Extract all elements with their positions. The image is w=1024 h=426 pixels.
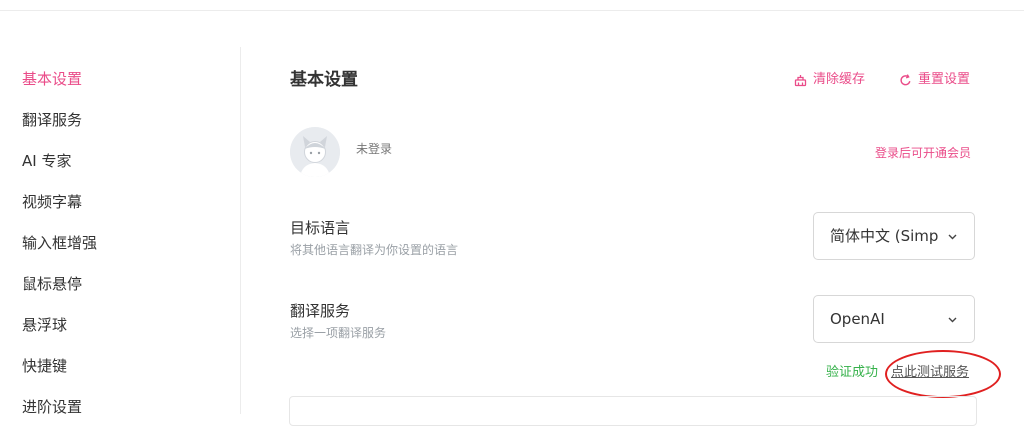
avatar-icon [290, 127, 340, 177]
translation-service-select[interactable]: OpenAI [813, 295, 975, 343]
sidebar-item-translation-service[interactable]: 翻译服务 [22, 110, 82, 130]
target-language-select[interactable]: 简体中文 (Simplified Chinese) [813, 212, 975, 260]
membership-link[interactable]: 登录后可开通会员 [875, 144, 971, 162]
sidebar-item-basic-settings[interactable]: 基本设置 [22, 69, 82, 89]
login-status: 未登录 [356, 142, 393, 156]
test-service-link[interactable]: 点此测试服务 [891, 363, 969, 383]
sidebar: 基本设置 翻译服务 AI 专家 视频字幕 输入框增强 鼠标悬停 悬浮球 快捷键 … [0, 47, 241, 417]
refresh-icon [900, 73, 911, 85]
chevron-down-icon [948, 234, 957, 240]
avatar[interactable] [290, 127, 340, 177]
translation-service-title: 翻译服务 [290, 302, 351, 320]
target-language-description: 将其他语言翻译为你设置的语言 [290, 243, 459, 257]
sidebar-item-mouse-hover[interactable]: 鼠标悬停 [22, 274, 82, 294]
service-config-card [289, 396, 977, 426]
page-title: 基本设置 [290, 70, 358, 90]
sidebar-item-ai-expert[interactable]: AI 专家 [22, 151, 71, 171]
broom-icon [794, 74, 807, 86]
sidebar-item-input-box-enhance[interactable]: 输入框增强 [22, 233, 97, 253]
sidebar-item-advanced-settings[interactable]: 进阶设置 [22, 397, 82, 417]
target-language-value: 简体中文 (Simplified Chinese) [830, 227, 938, 245]
verify-status: 验证成功 [826, 365, 879, 380]
clear-cache-label: 清除缓存 [813, 72, 866, 87]
sidebar-item-shortcuts[interactable]: 快捷键 [22, 356, 67, 376]
translation-service-description: 选择一项翻译服务 [290, 326, 387, 340]
translation-service-value: OpenAI [830, 310, 885, 328]
chevron-down-icon [948, 317, 957, 323]
sidebar-item-floating-ball[interactable]: 悬浮球 [22, 315, 67, 335]
clear-cache-button[interactable]: 清除缓存 [794, 70, 865, 90]
reset-settings-button[interactable]: 重置设置 [899, 70, 970, 90]
sidebar-item-video-subtitles[interactable]: 视频字幕 [22, 192, 82, 212]
settings-panel: 基本设置 清除缓存 重置设置 未登录 登录后可开通会员 目标语言 将其他语言翻译… [241, 0, 1024, 426]
target-language-title: 目标语言 [290, 219, 351, 237]
reset-settings-label: 重置设置 [918, 72, 971, 87]
